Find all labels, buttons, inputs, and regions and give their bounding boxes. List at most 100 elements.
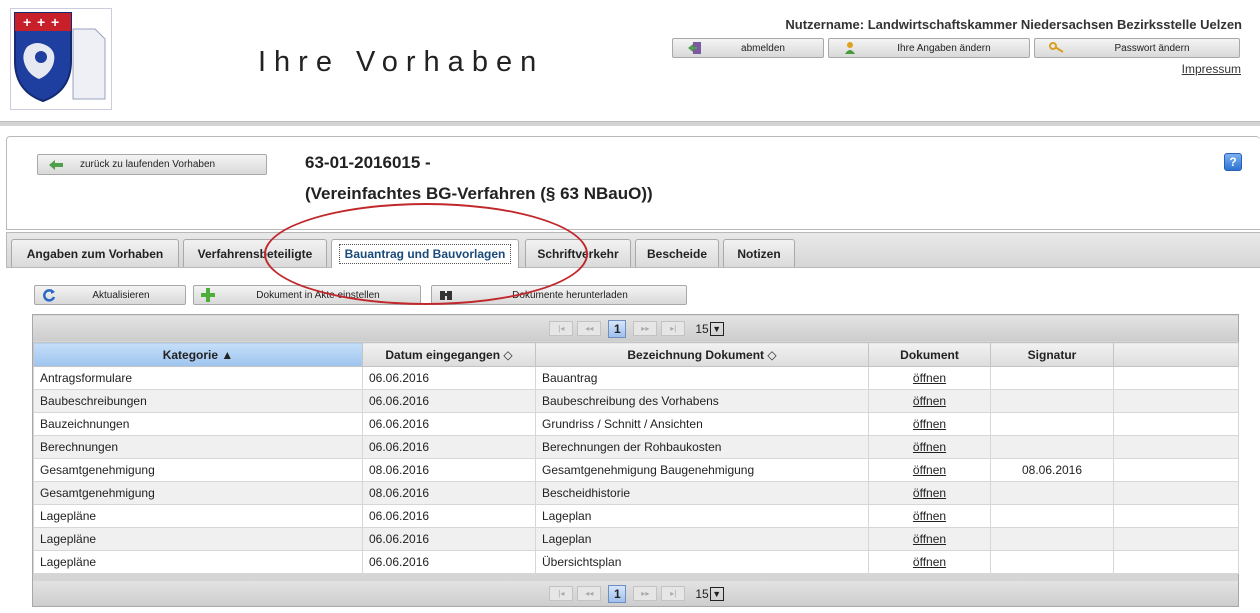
cell-signatur: 08.06.2016 [990, 458, 1114, 482]
cell-kategorie: Gesamtgenehmigung [33, 458, 363, 482]
cell-bezeichnung: Bauantrag [535, 366, 869, 390]
table-row[interactable]: Antragsformulare 06.06.2016 Bauantrag öf… [33, 366, 1239, 390]
open-document-link[interactable]: öffnen [913, 394, 946, 408]
impressum-link[interactable]: Impressum [1182, 62, 1241, 76]
last-page-icon[interactable]: ▸| [661, 586, 686, 601]
table-row[interactable]: Lagepläne 06.06.2016 Lageplan öffnen [33, 527, 1239, 551]
refresh-label: Aktualisieren [92, 289, 150, 301]
cell-signatur [990, 435, 1114, 459]
column-header-signatur: Signatur [990, 342, 1114, 367]
column-header-empty [1113, 342, 1239, 367]
logout-button[interactable]: abmelden [672, 38, 824, 58]
cell-kategorie: Lagepläne [33, 504, 363, 528]
cell-bezeichnung: Lageplan [535, 504, 869, 528]
open-document-link[interactable]: öffnen [913, 509, 946, 523]
cell-kategorie: Berechnungen [33, 435, 363, 459]
tab-label: Notizen [737, 246, 781, 261]
cell-datum: 06.06.2016 [362, 435, 536, 459]
cell-kategorie: Gesamtgenehmigung [33, 481, 363, 505]
edit-profile-button[interactable]: Ihre Angaben ändern [828, 38, 1030, 58]
column-header-kategorie[interactable]: Kategorie ▲ [33, 342, 363, 367]
prev-page-icon[interactable]: ◂◂ [577, 321, 602, 336]
open-document-link[interactable]: öffnen [913, 532, 946, 546]
column-header-dokument: Dokument [868, 342, 991, 367]
next-page-icon[interactable]: ▸▸ [633, 321, 658, 336]
back-to-projects-button[interactable]: zurück zu laufenden Vorhaben [37, 154, 267, 175]
add-document-button[interactable]: Dokument in Akte einstellen [193, 285, 421, 305]
current-page-button[interactable]: 1 [608, 584, 627, 603]
tab-bescheide[interactable]: Bescheide [635, 239, 719, 267]
cell-kategorie: Lagepläne [33, 527, 363, 551]
cell-signatur [990, 389, 1114, 413]
page-title: Ihre Vorhaben [258, 46, 545, 78]
download-documents-button[interactable]: Dokumente herunterladen [431, 285, 687, 305]
next-page-icon[interactable]: ▸▸ [633, 586, 658, 601]
tab-label: Bauantrag und Bauvorlagen [338, 244, 512, 264]
first-page-icon[interactable]: |◂ [549, 321, 574, 336]
cell-signatur [990, 504, 1114, 528]
cell-signatur [990, 527, 1114, 551]
cell-datum: 06.06.2016 [362, 504, 536, 528]
table-row[interactable]: Berechnungen 06.06.2016 Berechnungen der… [33, 435, 1239, 459]
tab-angaben-zum-vorhaben[interactable]: Angaben zum Vorhaben [11, 239, 179, 267]
table-row[interactable]: Lagepläne 06.06.2016 Übersichtsplan öffn… [33, 550, 1239, 574]
change-password-button[interactable]: Passwort ändern [1034, 38, 1240, 58]
cell-signatur [990, 366, 1114, 390]
cell-bezeichnung: Bescheidhistorie [535, 481, 869, 505]
cell-signatur [990, 550, 1114, 574]
page-size-value: 15 [695, 321, 709, 336]
prev-page-icon[interactable]: ◂◂ [577, 586, 602, 601]
arrow-left-icon [49, 159, 63, 170]
username-label: Nutzername: Landwirtschaftskammer Nieder… [785, 17, 1242, 32]
tab-bauantrag-und-bauvorlagen[interactable]: Bauantrag und Bauvorlagen [331, 239, 519, 268]
cell-datum: 06.06.2016 [362, 527, 536, 551]
chevron-down-icon: ▼ [709, 321, 724, 336]
open-document-link[interactable]: öffnen [913, 486, 946, 500]
tab-notizen[interactable]: Notizen [723, 239, 795, 267]
cell-kategorie: Bauzeichnungen [33, 412, 363, 436]
last-page-icon[interactable]: ▸| [661, 321, 686, 336]
header-divider [0, 121, 1260, 126]
cell-kategorie: Baubeschreibungen [33, 389, 363, 413]
cell-datum: 08.06.2016 [362, 458, 536, 482]
column-header-datum[interactable]: Datum eingegangen ◇ [362, 342, 536, 367]
open-document-link[interactable]: öffnen [913, 440, 946, 454]
pager-top: |◂ ◂◂ 1 ▸▸ ▸| 15 ▼ [33, 316, 1238, 341]
tab-bar: Angaben zum Vorhaben Verfahrensbeteiligt… [6, 232, 1260, 268]
table-row[interactable]: Baubeschreibungen 06.06.2016 Baubeschrei… [33, 389, 1239, 413]
cell-signatur [990, 412, 1114, 436]
open-document-link[interactable]: öffnen [913, 555, 946, 569]
cell-bezeichnung: Baubeschreibung des Vorhabens [535, 389, 869, 413]
open-document-link[interactable]: öffnen [913, 371, 946, 385]
page-size-select[interactable]: 15 ▼ [695, 586, 724, 601]
refresh-button[interactable]: Aktualisieren [34, 285, 186, 305]
coat-of-arms-logo: + + + [10, 8, 112, 110]
logout-icon [688, 42, 701, 54]
svg-text:+: + [37, 14, 45, 30]
cell-datum: 06.06.2016 [362, 550, 536, 574]
project-number: 63-01-2016015 - [305, 153, 431, 172]
add-document-label: Dokument in Akte einstellen [256, 289, 380, 301]
svg-text:+: + [23, 14, 31, 30]
table-row[interactable]: Gesamtgenehmigung 08.06.2016 Gesamtgeneh… [33, 458, 1239, 482]
refresh-icon [43, 289, 56, 302]
table-row[interactable]: Bauzeichnungen 06.06.2016 Grundriss / Sc… [33, 412, 1239, 436]
edit-profile-label: Ihre Angaben ändern [897, 42, 991, 54]
open-document-link[interactable]: öffnen [913, 463, 946, 477]
first-page-icon[interactable]: |◂ [549, 586, 574, 601]
project-panel: zurück zu laufenden Vorhaben 63-01-20160… [6, 136, 1260, 230]
cell-kategorie: Antragsformulare [33, 366, 363, 390]
tab-label: Angaben zum Vorhaben [26, 246, 164, 261]
help-icon[interactable]: ? [1224, 153, 1242, 171]
tab-verfahrensbeteiligte[interactable]: Verfahrensbeteiligte [183, 239, 327, 267]
cell-signatur [990, 481, 1114, 505]
table-row[interactable]: Lagepläne 06.06.2016 Lageplan öffnen [33, 504, 1239, 528]
open-document-link[interactable]: öffnen [913, 417, 946, 431]
page-size-select[interactable]: 15 ▼ [695, 321, 724, 336]
logout-label: abmelden [741, 42, 785, 54]
column-header-bezeichnung[interactable]: Bezeichnung Dokument ◇ [535, 342, 869, 367]
current-page-button[interactable]: 1 [608, 319, 627, 338]
page-size-value: 15 [695, 586, 709, 601]
tab-schriftverkehr[interactable]: Schriftverkehr [525, 239, 631, 267]
table-row[interactable]: Gesamtgenehmigung 08.06.2016 Bescheidhis… [33, 481, 1239, 505]
